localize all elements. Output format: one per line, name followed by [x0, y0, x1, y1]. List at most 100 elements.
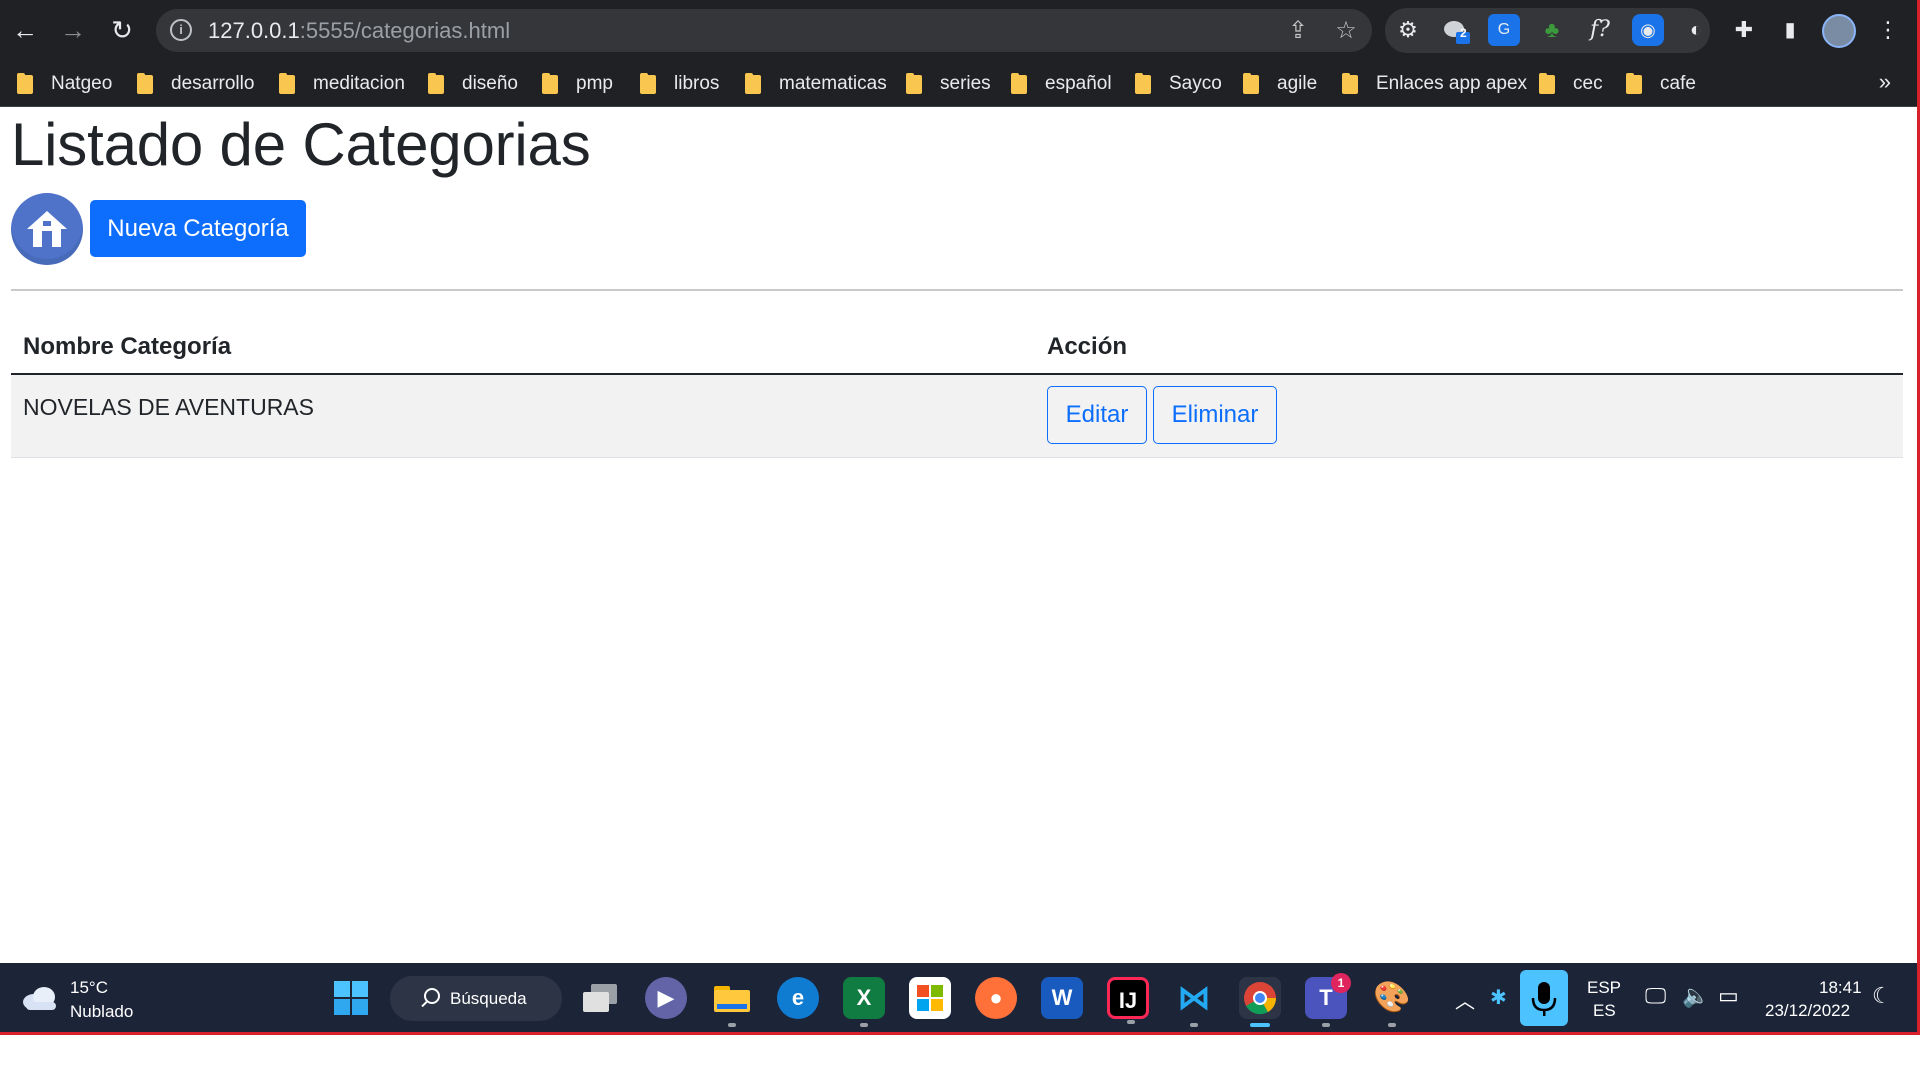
new-category-button[interactable]: Nueva Categoría [90, 200, 306, 257]
desktop-screen: ← → ↻ i 127.0.0.1:5555/categorias.html ⇪… [0, 0, 1920, 1035]
bookmark-meditacion[interactable]: meditacion [279, 61, 405, 107]
bookmark-libros[interactable]: libros [640, 61, 719, 107]
browser-toolbar: ← → ↻ i 127.0.0.1:5555/categorias.html ⇪… [0, 0, 1917, 61]
page-content: Listado de Categorias Nueva Categoría No… [0, 108, 1917, 963]
chrome-icon[interactable] [1239, 977, 1281, 1027]
url-text[interactable]: 127.0.0.1:5555/categorias.html [208, 18, 510, 44]
home-button[interactable] [11, 193, 83, 265]
running-indicator [1388, 1023, 1396, 1027]
folder-icon [428, 72, 444, 94]
teams-icon[interactable]: T1 [1305, 973, 1351, 1027]
microphone-button[interactable] [1520, 970, 1568, 1026]
word-icon[interactable]: W [1041, 977, 1083, 1019]
bookmarks-overflow-button[interactable]: » [1879, 69, 1891, 95]
bookmark-label: agile [1277, 73, 1318, 94]
bookmark-label: matematicas [779, 73, 887, 94]
running-indicator [1190, 1023, 1198, 1027]
chevron-up-icon[interactable]: ︿ [1455, 985, 1475, 1032]
file-explorer-icon[interactable] [711, 977, 753, 1027]
site-info-icon[interactable]: i [170, 19, 192, 41]
folder-icon [906, 72, 922, 94]
battery-icon[interactable]: ▭ [1718, 983, 1739, 1032]
side-panel-icon[interactable]: ▮ [1774, 14, 1806, 46]
bookmark-diseno[interactable]: diseño [428, 61, 518, 107]
address-bar[interactable]: i 127.0.0.1:5555/categorias.html ⇪ ☆ [156, 9, 1372, 52]
translate-extension-icon[interactable]: G [1488, 14, 1520, 46]
tree-extension-icon[interactable]: ♣ [1536, 14, 1568, 46]
task-view-icon[interactable] [579, 977, 621, 1019]
folder-icon [1011, 72, 1027, 94]
bookmark-pmp[interactable]: pmp [542, 61, 613, 107]
bookmark-agile[interactable]: agile [1243, 61, 1317, 107]
excel-icon[interactable]: X [843, 977, 885, 1027]
url-host: 127.0.0.1 [208, 18, 300, 43]
windows-start-icon[interactable] [330, 977, 372, 1019]
bookmark-label: pmp [576, 73, 613, 94]
weather-description[interactable]: Nublado [70, 1002, 133, 1022]
bookmark-label: series [940, 73, 991, 94]
vscode-icon[interactable]: ⋈ [1173, 977, 1215, 1027]
code-extension-icon[interactable]: ◐ [1680, 14, 1712, 46]
bookmark-label: cec [1573, 73, 1603, 94]
bookmark-label: Enlaces app apex [1376, 73, 1528, 94]
column-header-name: Nombre Categoría [23, 333, 232, 360]
folder-icon [745, 72, 761, 94]
profile-avatar[interactable] [1822, 14, 1856, 48]
paint-icon[interactable]: 🎨 [1371, 977, 1413, 1027]
edit-button[interactable]: Editar [1047, 386, 1147, 444]
bookmark-espanol[interactable]: español [1011, 61, 1112, 107]
folder-icon [17, 72, 33, 94]
bookmark-label: meditacion [313, 73, 405, 94]
back-arrow-icon[interactable]: ← [8, 13, 42, 47]
bookmarks-bar: Natgeo desarrollo meditacion diseño pmp … [0, 61, 1917, 107]
folder-icon [1243, 72, 1259, 94]
bookmark-series[interactable]: series [906, 61, 991, 107]
page-title: Listado de Categorias [11, 111, 591, 178]
folder-icon [542, 72, 558, 94]
menu-dots-icon[interactable]: ⋮ [1872, 14, 1904, 46]
bookmark-enlaces-app-apex[interactable]: Enlaces app apex [1342, 61, 1527, 107]
firefox-icon[interactable]: ● [975, 977, 1017, 1019]
delete-button[interactable]: Eliminar [1153, 386, 1277, 444]
folder-icon [1539, 72, 1555, 94]
search-label: Búsqueda [450, 989, 527, 1008]
bookmark-label: español [1045, 73, 1112, 94]
chat-extension-icon[interactable]: 2 [1440, 14, 1472, 46]
intellij-icon[interactable]: IJ [1107, 977, 1149, 1024]
folder-icon [1626, 72, 1642, 94]
cloud-icon [23, 987, 56, 1010]
keyboard-layout[interactable]: ES [1593, 1001, 1616, 1032]
bookmark-natgeo[interactable]: Natgeo [17, 61, 112, 107]
bookmark-desarrollo[interactable]: desarrollo [137, 61, 254, 107]
settings-extension-icon[interactable]: ⚙ [1392, 14, 1424, 46]
folder-icon [279, 72, 295, 94]
windows-taskbar: 15°C Nublado Búsqueda ▶ e X ● W IJ ⋈ T1 [0, 963, 1917, 1032]
running-indicator [1127, 1020, 1135, 1024]
puzzle-extensions-icon[interactable]: ✚ [1728, 14, 1760, 46]
microsoft-store-icon[interactable] [909, 977, 951, 1019]
home-icon [27, 211, 67, 247]
forward-arrow-icon[interactable]: → [56, 13, 90, 47]
bookmark-cafe[interactable]: cafe [1626, 61, 1696, 107]
table-row: NOVELAS DE AVENTURAS Editar Eliminar [11, 375, 1903, 458]
microphone-icon [1531, 982, 1557, 1016]
bookmark-label: libros [674, 73, 720, 94]
edge-icon[interactable]: e [777, 977, 819, 1019]
bookmark-matematicas[interactable]: matematicas [745, 61, 887, 107]
clock-date[interactable]: 23/12/2022 [1765, 1001, 1850, 1032]
weather-temperature[interactable]: 15°C [70, 978, 108, 998]
bookmark-cec[interactable]: cec [1539, 61, 1603, 107]
bookmark-star-icon[interactable]: ☆ [1332, 17, 1360, 45]
shield-extension-icon[interactable]: ◉ [1632, 14, 1664, 46]
function-extension-icon[interactable]: f? [1584, 14, 1616, 46]
share-icon[interactable]: ⇪ [1284, 17, 1312, 45]
bookmark-sayco[interactable]: Sayco [1135, 61, 1222, 107]
volume-icon[interactable]: 🔈 [1682, 983, 1709, 1032]
focus-moon-icon[interactable]: ☾ [1872, 983, 1892, 1032]
bluetooth-icon[interactable]: ✱ [1490, 985, 1507, 1032]
network-icon[interactable]: 🖵 [1645, 983, 1666, 1032]
taskbar-search[interactable]: Búsqueda [390, 976, 562, 1021]
folder-icon [1135, 72, 1151, 94]
teams-chat-icon[interactable]: ▶ [645, 977, 687, 1019]
reload-icon[interactable]: ↻ [105, 13, 139, 47]
